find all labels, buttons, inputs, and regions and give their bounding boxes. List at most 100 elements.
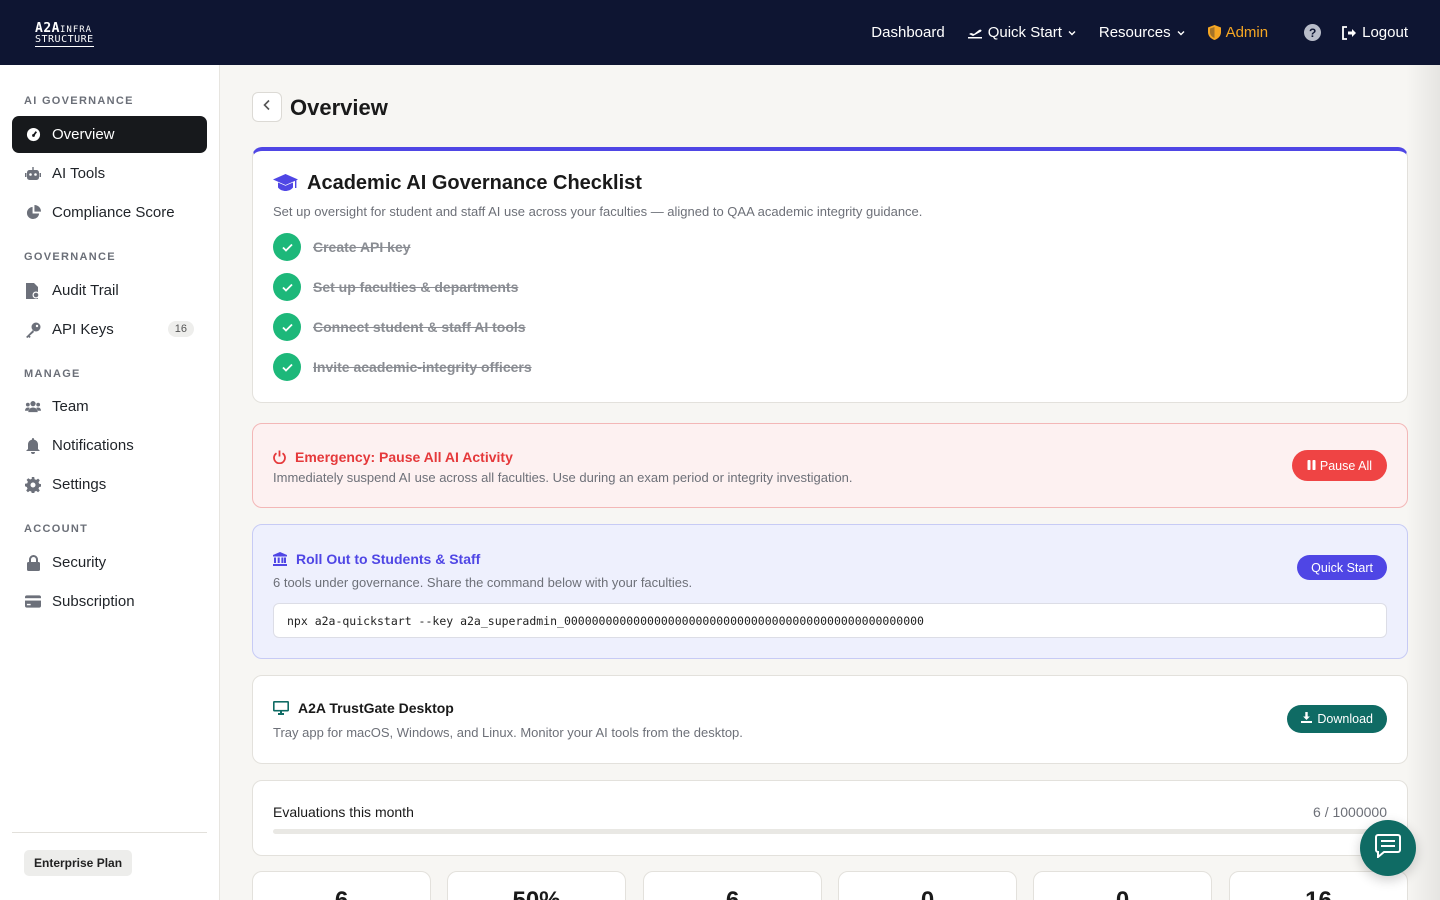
plan-badge: Enterprise Plan [24,850,133,876]
sidebar-section-account: ACCOUNT [24,523,89,535]
nav-quick-start-label: Quick Start [987,24,1062,41]
sidebar-item-label: Overview [52,126,115,143]
help-icon[interactable]: ? [1304,24,1322,41]
nav-admin[interactable]: Admin [1207,24,1269,41]
nav-admin-label: Admin [1225,24,1269,41]
sidebar-item-label: Settings [52,476,107,493]
stat-value: 0 [1034,887,1211,900]
stat-tile: 6 [252,871,431,900]
evaluations-usage-card: Evaluations this month 6 / 1000000 [252,780,1408,856]
sidebar-item-team[interactable]: Team [12,388,207,425]
stat-tile: 0 [1033,871,1212,900]
stat-value: 16 [1230,887,1407,900]
main-nav: Dashboard Quick Start Resources Admin ? … [849,0,1408,65]
sidebar-section-governance: GOVERNANCE [24,251,116,263]
brand-logo[interactable]: A2AINFRA STRUCTURE [35,22,94,47]
chevron-down-icon [1067,28,1077,38]
shield-icon [1207,25,1221,40]
download-button[interactable]: Download [1287,705,1387,733]
api-keys-count-badge: 16 [167,321,194,337]
stat-value: 0 [839,887,1016,900]
chevron-left-icon [262,98,272,116]
quick-start-button[interactable]: Quick Start [1297,555,1387,580]
sidebar-item-overview[interactable]: Overview [12,116,207,153]
stat-value: 6 [644,887,821,900]
sidebar-item-subscription[interactable]: Subscription [12,583,207,620]
sidebar-item-label: Subscription [52,593,135,610]
nav-logout[interactable]: Logout [1341,24,1408,41]
sidebar-item-api-keys[interactable]: API Keys 16 [12,311,207,348]
rollout-title-text: Roll Out to Students & Staff [296,551,481,567]
pie-chart-icon [25,205,41,221]
checklist-title: Academic AI Governance Checklist [273,172,642,195]
usage-count: 6 / 1000000 [1313,804,1387,820]
desktop-icon [273,701,289,715]
quickstart-command-box[interactable]: npx a2a-quickstart --key a2a_superadmin_… [273,603,1387,638]
checklist-item[interactable]: Create API key [273,233,411,261]
logout-icon [1341,25,1357,40]
emergency-subtitle: Immediately suspend AI use across all fa… [273,470,853,485]
stat-tile: 0 [838,871,1017,900]
sidebar-item-label: Security [52,554,107,571]
sidebar-item-label: API Keys [52,321,114,338]
graduation-cap-icon [273,174,298,193]
nav-resources[interactable]: Resources [1099,24,1186,41]
rollout-subtitle: 6 tools under governance. Share the comm… [273,575,693,590]
sidebar-item-label: Team [52,398,89,415]
sidebar-item-label: AI Tools [52,165,106,182]
desktop-subtitle: Tray app for macOS, Windows, and Linux. … [273,725,743,740]
credit-card-icon [25,594,41,610]
emergency-pause-card: Emergency: Pause All AI Activity Immedia… [252,423,1408,508]
page-title: Overview [290,95,388,120]
usage-progress-bar [273,829,1387,834]
usage-label: Evaluations this month [273,804,414,820]
file-audit-icon [25,282,41,299]
sidebar-item-notifications[interactable]: Notifications [12,427,207,464]
checklist-item[interactable]: Connect student & staff AI tools [273,313,526,341]
bell-icon [25,437,41,454]
nav-logout-label: Logout [1362,24,1408,41]
nav-quick-start[interactable]: Quick Start [967,24,1077,41]
emergency-title: Emergency: Pause All AI Activity [273,449,513,465]
nav-dashboard-label: Dashboard [871,24,945,41]
lock-icon [25,554,41,571]
check-icon [273,273,301,301]
sidebar-item-ai-tools[interactable]: AI Tools [12,155,207,192]
nav-resources-label: Resources [1098,24,1171,41]
logo-subtext: STRUCTURE [35,34,94,47]
governance-checklist-card: Academic AI Governance Checklist Set up … [252,147,1408,403]
robot-icon [25,166,41,182]
checklist-item-label: Create API key [313,239,411,255]
sidebar-item-label: Notifications [52,437,134,454]
sidebar-item-compliance-score[interactable]: Compliance Score [12,194,207,231]
sidebar-item-security[interactable]: Security [12,544,207,581]
check-icon [273,353,301,381]
top-navbar: A2AINFRA STRUCTURE Dashboard Quick Start… [0,0,1440,65]
checklist-item-label: Set up faculties & departments [313,279,519,295]
gauge-icon [25,127,41,143]
chat-icon [1375,833,1401,863]
sidebar-section-manage: MANAGE [24,368,81,380]
users-icon [25,399,41,415]
desktop-app-card: A2A TrustGate Desktop Tray app for macOS… [252,675,1408,764]
checklist-subtitle: Set up oversight for student and staff A… [273,204,923,219]
check-icon [273,233,301,261]
stat-tile: 6 [643,871,822,900]
stat-value: 6 [253,887,430,900]
checklist-item-label: Connect student & staff AI tools [313,319,526,335]
sidebar: AI GOVERNANCE Overview AI Tools Complian… [0,65,220,900]
download-label: Download [1317,712,1373,726]
key-icon [25,322,41,338]
chat-button[interactable] [1360,820,1416,876]
checklist-item[interactable]: Invite academic-integrity officers [273,353,532,381]
sidebar-item-settings[interactable]: Settings [12,466,207,503]
sidebar-item-audit-trail[interactable]: Audit Trail [12,272,207,309]
sidebar-item-label: Compliance Score [52,204,175,221]
scroll-edge-shadow [1406,65,1440,900]
desktop-title-text: A2A TrustGate Desktop [298,700,454,716]
checklist-item[interactable]: Set up faculties & departments [273,273,518,301]
power-icon [273,450,286,464]
nav-dashboard[interactable]: Dashboard [871,24,944,41]
back-button[interactable] [252,92,282,122]
pause-all-button[interactable]: Pause All [1291,450,1387,481]
